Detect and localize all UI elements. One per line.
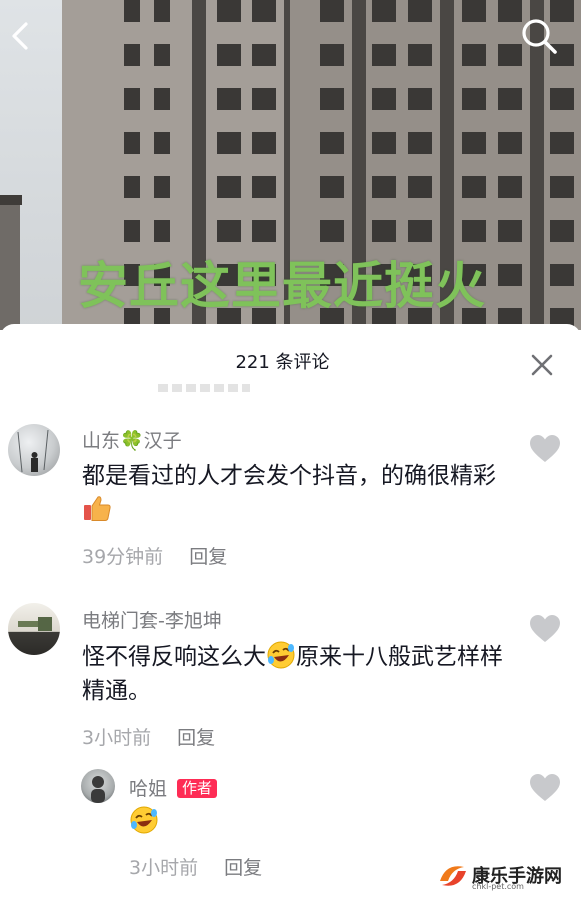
reply-meta: 3小时前 回复 — [129, 853, 262, 880]
reply-button[interactable]: 回复 — [224, 857, 262, 879]
rofl-emoji-icon — [130, 806, 158, 834]
watermark-domain: chkl-pet.com — [472, 882, 524, 891]
reply-author-name[interactable]: 哈姐 — [129, 778, 167, 800]
reply-time: 3小时前 — [129, 857, 199, 879]
rofl-emoji-icon — [267, 641, 295, 669]
comment-author[interactable]: 电梯门套-李旭坤 — [82, 606, 222, 633]
like-button[interactable] — [529, 434, 561, 464]
comments-count-title: 221 条评论 — [235, 352, 330, 373]
avatar[interactable] — [8, 603, 60, 655]
reply-button[interactable]: 回复 — [177, 727, 215, 749]
like-button[interactable] — [529, 614, 561, 644]
thumbs-up-icon — [84, 496, 111, 521]
comment-meta: 3小时前 回复 — [82, 723, 215, 750]
reply-author: 哈姐 作者 — [129, 774, 218, 801]
close-icon — [531, 354, 553, 376]
site-watermark: 康乐手游网 chkl-pet.com — [436, 858, 576, 894]
comment-author[interactable]: 山东🍀汉子 — [82, 426, 182, 453]
video-player[interactable]: 安丘这里最近挺火 — [0, 0, 581, 330]
avatar[interactable] — [8, 424, 60, 476]
comment-time: 39分钟前 — [82, 546, 164, 568]
avatar[interactable] — [81, 769, 115, 803]
chevron-left-icon — [12, 22, 28, 50]
author-badge: 作者 — [177, 779, 218, 798]
heart-icon — [530, 615, 560, 642]
comment-meta: 39分钟前 回复 — [82, 542, 227, 569]
close-button[interactable] — [528, 351, 556, 379]
heart-icon — [530, 774, 560, 801]
reply-button[interactable]: 回复 — [189, 546, 227, 568]
comment-text-part-1: 怪不得反响这么大 — [82, 644, 266, 670]
left-building — [0, 195, 22, 330]
comment-text: 怪不得反响这么大 原来十八般武艺样样精通。 — [82, 640, 512, 708]
search-icon — [522, 19, 557, 54]
comment-text-content: 都是看过的人才会发个抖音，的确很精彩 — [82, 463, 496, 489]
comment-text: 都是看过的人才会发个抖音，的确很精彩 — [82, 459, 502, 527]
scroll-fade-text — [158, 384, 250, 392]
search-button[interactable] — [517, 14, 561, 58]
heart-icon — [530, 435, 560, 462]
back-button[interactable] — [0, 14, 44, 58]
like-button[interactable] — [529, 773, 561, 803]
video-caption-overlay: 安丘这里最近挺火 — [78, 257, 486, 315]
comment-time: 3小时前 — [82, 727, 152, 749]
watermark-logo-icon — [440, 866, 466, 886]
reply-text — [129, 805, 159, 839]
